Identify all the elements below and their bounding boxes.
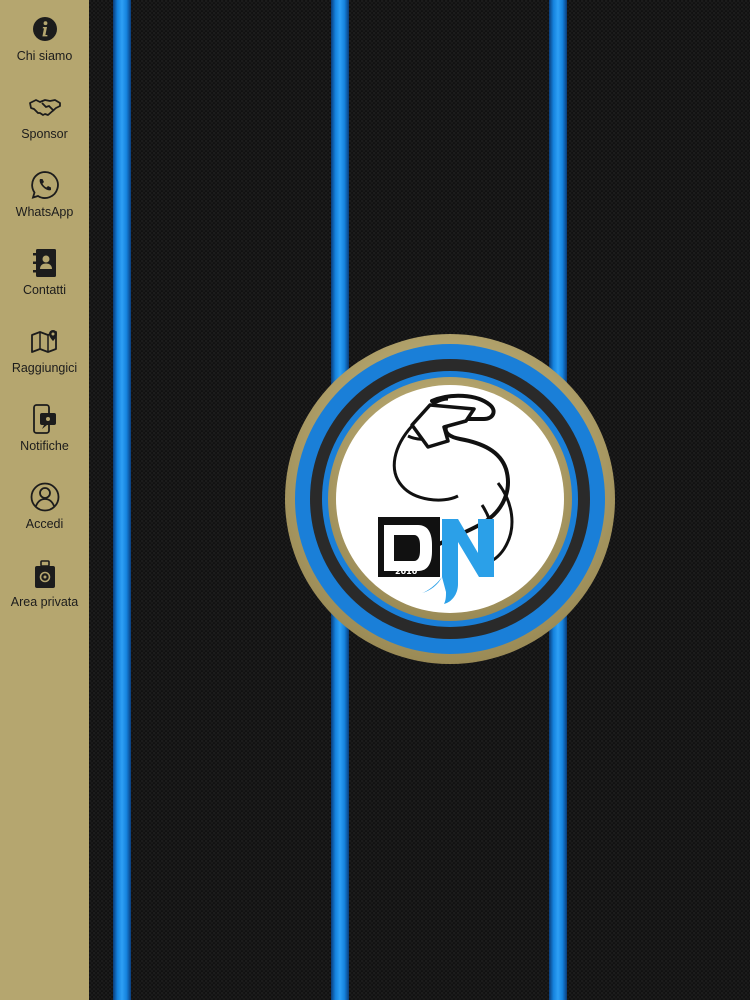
sidebar-item-label: Sponsor xyxy=(21,127,68,141)
user-circle-icon xyxy=(28,480,62,514)
phone-notification-icon xyxy=(28,402,62,436)
sidebar-item-raggiungici[interactable]: Raggiungici xyxy=(0,318,89,392)
sidebar-nav: Chi siamo Sponsor WhatsApp Contatti Ragg… xyxy=(0,0,89,1000)
sidebar-item-area-privata[interactable]: Area privata xyxy=(0,552,89,626)
blue-stripe-left xyxy=(113,0,131,1000)
whatsapp-icon xyxy=(28,168,62,202)
address-book-icon xyxy=(28,246,62,280)
sidebar-item-sponsor[interactable]: Sponsor xyxy=(0,84,89,158)
sidebar-item-label: Contatti xyxy=(22,283,67,297)
sidebar-item-label: Area privata xyxy=(10,595,79,609)
map-pin-icon xyxy=(28,324,62,358)
logo-year: 2010 xyxy=(395,567,418,576)
private-bag-icon xyxy=(28,558,62,592)
club-logo: 2010 xyxy=(284,333,616,665)
sidebar-item-chi-siamo[interactable]: Chi siamo xyxy=(0,6,89,80)
info-icon xyxy=(28,12,62,46)
handshake-icon xyxy=(28,90,62,124)
sidebar-item-label: Accedi xyxy=(25,517,64,531)
sidebar-item-label: Chi siamo xyxy=(16,49,73,63)
sidebar-item-accedi[interactable]: Accedi xyxy=(0,474,89,548)
sidebar-item-whatsapp[interactable]: WhatsApp xyxy=(0,162,89,236)
sidebar-item-label: WhatsApp xyxy=(15,205,74,219)
main-background: 2010 xyxy=(89,0,750,1000)
sidebar-item-contatti[interactable]: Contatti xyxy=(0,240,89,314)
sidebar-item-label: Raggiungici xyxy=(11,361,78,375)
sidebar-item-notifiche[interactable]: Notifiche xyxy=(0,396,89,470)
sidebar-item-label: Notifiche xyxy=(20,439,69,453)
